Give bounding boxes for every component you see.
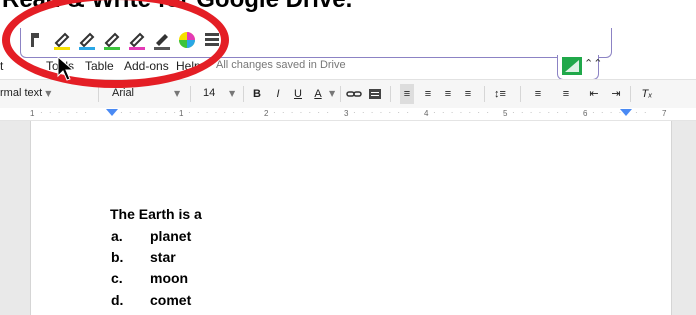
mouse-pointer-icon [57, 56, 75, 81]
document-canvas [0, 121, 696, 315]
list-item: d. comet [111, 292, 192, 308]
comment-icon[interactable] [368, 84, 382, 104]
align-right-icon[interactable]: ≡ [441, 84, 455, 104]
bold-button[interactable]: B [250, 84, 264, 104]
line-spacing-icon[interactable]: ↕≡ [490, 84, 510, 104]
chevron-down-icon: ▼ [45, 89, 52, 98]
question-text: The Earth is a [110, 206, 202, 222]
list-item: c. moon [111, 270, 189, 286]
align-center-icon[interactable]: ≡ [421, 84, 435, 104]
align-justify-icon[interactable]: ≡ [461, 84, 475, 104]
italic-button[interactable]: I [271, 84, 285, 104]
clear-formatting-icon[interactable]: Tₓ [640, 84, 654, 104]
ruler: 1 · · · · · · · · · · · · · 1 · · · · · … [0, 108, 696, 121]
decrease-indent-icon[interactable]: ⇤ [586, 84, 602, 104]
chevron-down-icon[interactable]: ▼ [329, 89, 335, 98]
underline-button[interactable]: U [291, 84, 305, 104]
list-item: a. planet [111, 228, 192, 244]
text-color-button[interactable]: A [311, 84, 325, 104]
link-icon[interactable] [346, 84, 362, 104]
align-left-icon[interactable]: ≡ [400, 84, 414, 104]
menu-format[interactable]: t [0, 59, 3, 73]
chevron-down-icon[interactable]: ▼ [174, 89, 180, 98]
left-indent-marker-icon[interactable] [106, 109, 118, 117]
numbered-list-icon[interactable]: ≡ [528, 84, 548, 104]
font-select[interactable]: Arial [112, 87, 134, 99]
save-status: All changes saved in Drive [216, 59, 346, 71]
style-select[interactable]: rmal text ▼ [0, 87, 51, 99]
increase-indent-icon[interactable]: ⇥ [608, 84, 624, 104]
font-size-select[interactable]: 14 [203, 87, 215, 99]
chevron-down-icon[interactable]: ▼ [229, 89, 235, 98]
list-item: b. star [111, 249, 176, 265]
right-indent-marker-icon[interactable] [620, 109, 632, 117]
bulleted-list-icon[interactable]: ≡ [556, 84, 576, 104]
